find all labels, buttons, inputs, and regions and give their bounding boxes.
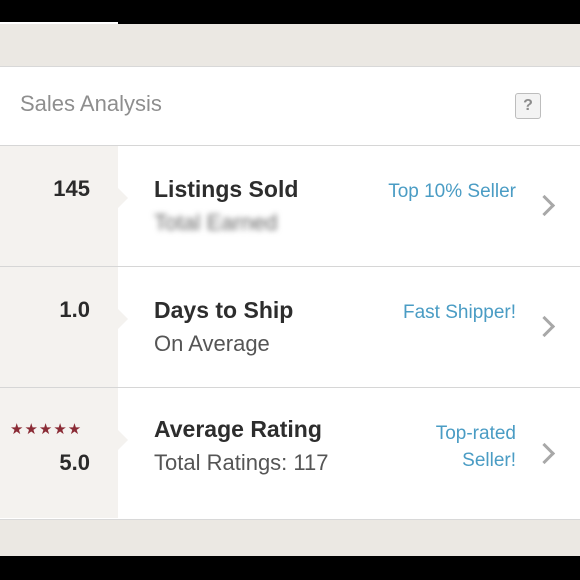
chevron-right-icon[interactable] (533, 315, 556, 338)
notch (118, 430, 128, 450)
top-seller-link[interactable]: Top 10% Seller (386, 178, 516, 205)
fast-shipper-link[interactable]: Fast Shipper! (386, 299, 516, 326)
question-icon: ? (523, 97, 533, 114)
top-rated-seller-link[interactable]: Top-rated Seller! (386, 420, 516, 474)
top-bar (0, 0, 580, 25)
days-to-ship-value: 1.0 (59, 297, 90, 322)
listings-sold-subtitle: Total Earned (154, 210, 278, 235)
average-rating-title: Average Rating (154, 416, 322, 442)
chevron-right-icon[interactable] (533, 442, 556, 465)
card-title: Sales Analysis (20, 91, 162, 116)
listings-sold-row[interactable]: 145 Listings Sold Total Earned Top 10% S… (0, 146, 580, 267)
stat-cell: 145 (0, 146, 128, 266)
average-rating-row[interactable]: ★★★★★ 5.0 Average Rating Total Ratings: … (0, 388, 580, 518)
listings-sold-value: 145 (53, 176, 90, 201)
notch (118, 188, 128, 208)
stat-cell: 1.0 (0, 267, 128, 387)
average-rating-value: 5.0 (59, 450, 90, 475)
sales-analysis-card: Sales Analysis ? 145 Listings Sold Total… (0, 66, 580, 520)
card-header: Sales Analysis ? (0, 67, 580, 146)
star-rating-icon: ★★★★★ (10, 421, 83, 438)
stat-cell: ★★★★★ 5.0 (0, 388, 128, 518)
help-button[interactable]: ? (515, 93, 541, 119)
total-ratings-text: Total Ratings: 117 (154, 450, 329, 475)
bottom-bar (0, 556, 580, 580)
listings-sold-title: Listings Sold (154, 176, 299, 202)
days-to-ship-title: Days to Ship (154, 297, 294, 323)
notch (118, 309, 128, 329)
days-to-ship-subtitle: On Average (154, 331, 270, 356)
days-to-ship-row[interactable]: 1.0 Days to Ship On Average Fast Shipper… (0, 267, 580, 388)
chevron-right-icon[interactable] (533, 194, 556, 217)
